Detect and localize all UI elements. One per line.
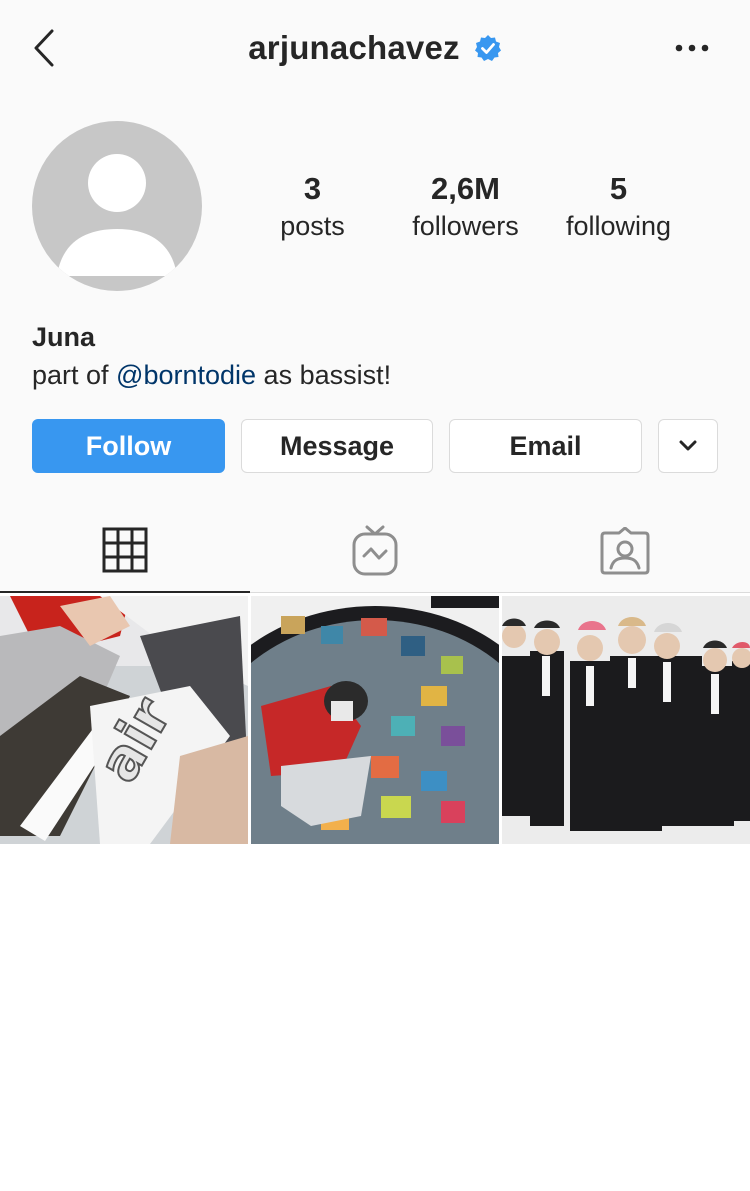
tab-grid[interactable] [0,508,250,593]
stat-following[interactable]: 5 following [542,170,695,244]
group-photo [502,596,750,844]
bio: part of @borntodie as bassist! [32,360,391,391]
verified-badge-icon [474,34,502,62]
sneakers-photo: air [0,596,248,844]
chevron-down-icon [679,440,697,451]
grid-icon [102,527,148,572]
post-thumbnail[interactable] [251,596,499,844]
more-options-button[interactable] [668,30,716,66]
bio-prefix: part of [32,360,117,390]
more-horizontal-icon [675,44,709,52]
tab-tagged[interactable] [500,508,750,593]
follow-button[interactable]: Follow [32,419,225,473]
email-button[interactable]: Email [449,419,642,473]
bio-mention-link[interactable]: @borntodie [116,360,256,390]
stat-followers[interactable]: 2,6M followers [389,170,542,244]
display-name: Juna [32,322,96,352]
tab-igtv[interactable] [250,508,500,593]
default-avatar-icon [57,154,177,276]
tagged-icon [600,526,650,574]
stat-value: 2,6M [431,171,500,206]
profile-avatar[interactable] [32,121,202,291]
bio-suffix: as bassist! [256,360,392,390]
profile-stats: 3 posts 2,6M followers 5 following [236,170,696,244]
fisheye-room-photo [251,596,499,844]
igtv-icon [352,525,398,575]
post-thumbnail[interactable] [502,596,750,844]
profile-title: arjunachavez [0,24,750,72]
stat-value: 3 [303,171,322,206]
stat-value: 5 [609,171,628,206]
stat-label: followers [412,211,519,241]
message-button[interactable]: Message [241,419,433,473]
username: arjunachavez [248,29,460,66]
profile-header-area [0,0,750,593]
stat-posts[interactable]: 3 posts [236,170,389,244]
profile-tabs [0,508,750,593]
suggested-accounts-button[interactable] [658,419,718,473]
stat-label: posts [280,211,345,241]
stat-label: following [565,211,672,241]
post-thumbnail[interactable]: air [0,596,248,844]
